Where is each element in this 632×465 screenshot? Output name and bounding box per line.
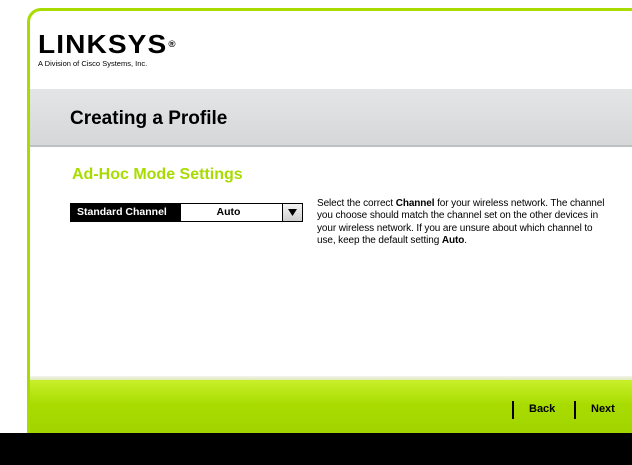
dropdown-button[interactable] [282,204,302,221]
next-separator [574,401,576,419]
help-emphasis-auto: Auto [441,234,465,246]
standard-channel-value[interactable]: Auto [181,204,282,221]
title-band-divider [30,145,632,147]
logo-tagline: A Division of Cisco Systems, Inc. [38,59,148,68]
next-button[interactable]: Next [591,403,615,415]
standard-channel-field: Standard Channel Auto [70,203,303,222]
linksys-logo: LINKSYS® A Division of Cisco Systems, In… [38,29,176,68]
triangle-down-icon [288,209,297,216]
back-separator [512,401,514,419]
logo-text: LINKSYS [38,29,168,59]
back-button[interactable]: Back [529,403,555,415]
section-title: Ad-Hoc Mode Settings [72,166,243,183]
footer-bar [0,433,632,465]
wizard-window: LINKSYS® A Division of Cisco Systems, In… [0,0,632,465]
standard-channel-select[interactable]: Auto [181,204,302,221]
help-emphasis-channel: Channel [395,198,435,209]
logo-registered-mark: ® [168,39,177,49]
channel-help-text: Select the correct Channel for your wire… [317,198,605,246]
page-title: Creating a Profile [70,108,228,129]
standard-channel-label: Standard Channel [71,204,181,221]
